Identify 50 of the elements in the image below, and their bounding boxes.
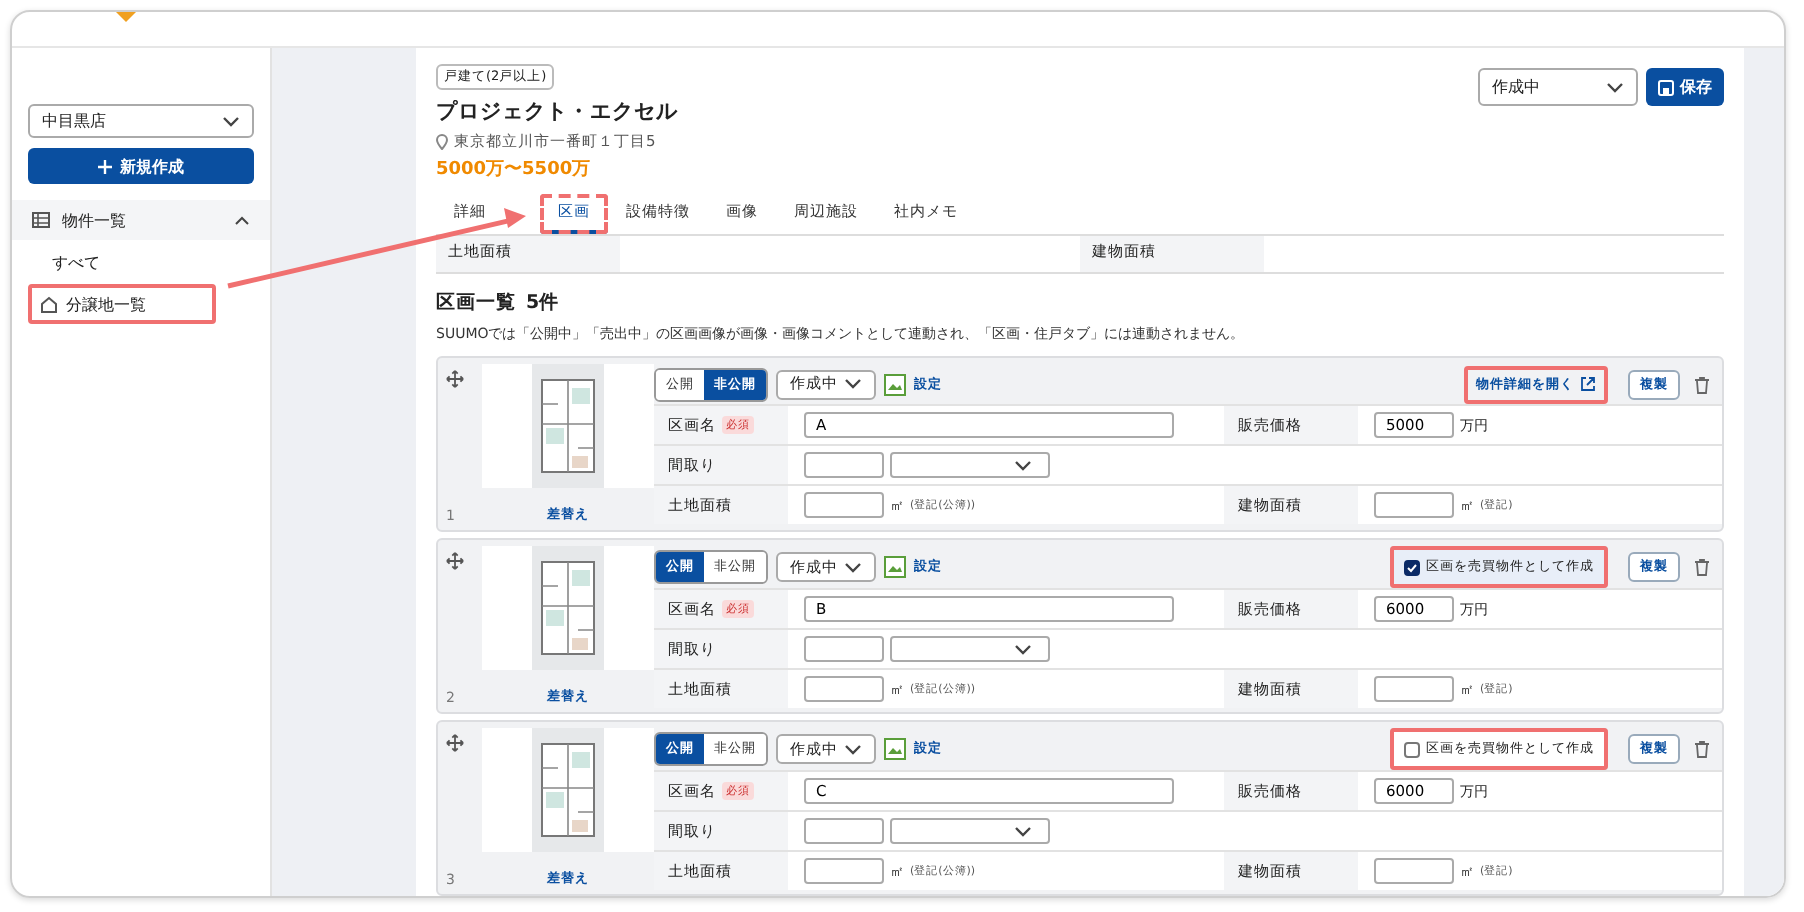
trash-icon[interactable] xyxy=(1694,375,1710,393)
trash-icon[interactable] xyxy=(1694,558,1710,576)
nav-item[interactable]: 分譲地一覧 xyxy=(28,284,216,324)
building-area-field[interactable] xyxy=(1374,676,1454,702)
land-area-field[interactable] xyxy=(804,492,884,518)
land-area-field[interactable] xyxy=(804,858,884,884)
drag-handle-icon[interactable] xyxy=(446,370,464,388)
checkbox[interactable] xyxy=(1404,559,1420,575)
plus-icon xyxy=(98,159,112,173)
chevron-down-icon xyxy=(1014,825,1032,837)
image-icon[interactable] xyxy=(884,556,906,578)
chevron-down-icon xyxy=(844,378,862,390)
list-icon xyxy=(32,212,50,228)
building-area-field[interactable] xyxy=(1374,858,1454,884)
building-area-field[interactable] xyxy=(1374,492,1454,518)
layout-select[interactable] xyxy=(890,636,1050,662)
chevron-down-icon xyxy=(844,743,862,755)
chevron-down-icon xyxy=(1606,81,1624,93)
image-icon[interactable] xyxy=(884,738,906,760)
price-range: 5000万〜5500万 xyxy=(436,158,593,182)
lot-count: 5件 xyxy=(526,290,560,316)
layout-select[interactable] xyxy=(890,452,1050,478)
chevron-down-icon xyxy=(844,561,862,573)
location-pin-icon xyxy=(436,134,448,150)
save-icon xyxy=(1658,79,1674,95)
image-icon[interactable] xyxy=(884,373,906,395)
chevron-down-icon xyxy=(1014,459,1032,471)
nav-item[interactable]: すべて xyxy=(28,244,224,280)
new-button[interactable]: 新規作成 xyxy=(28,148,254,184)
layout-field[interactable] xyxy=(804,636,884,662)
checkbox[interactable] xyxy=(1404,741,1420,757)
status-select[interactable]: 作成中 xyxy=(1478,68,1638,106)
layout-select[interactable] xyxy=(890,818,1050,844)
store-select[interactable]: 中目黒店 xyxy=(28,104,254,138)
logo-icon xyxy=(116,12,136,24)
trash-icon[interactable] xyxy=(1694,740,1710,758)
external-link-icon xyxy=(1580,376,1596,392)
house-icon xyxy=(40,295,58,313)
land-area-field[interactable] xyxy=(804,676,884,702)
chevron-up-icon xyxy=(234,215,250,225)
save-button[interactable]: 保存 xyxy=(1646,68,1724,106)
section-title: 区画一覧 xyxy=(436,290,516,316)
drag-handle-icon[interactable] xyxy=(446,552,464,570)
drag-handle-icon[interactable] xyxy=(446,734,464,752)
project-title: プロジェクト・エクセル xyxy=(436,98,678,126)
chevron-down-icon xyxy=(222,115,240,127)
chevron-down-icon xyxy=(1014,643,1032,655)
nav-group-header[interactable]: 物件一覧 xyxy=(12,200,270,240)
layout-field[interactable] xyxy=(804,452,884,478)
layout-field[interactable] xyxy=(804,818,884,844)
